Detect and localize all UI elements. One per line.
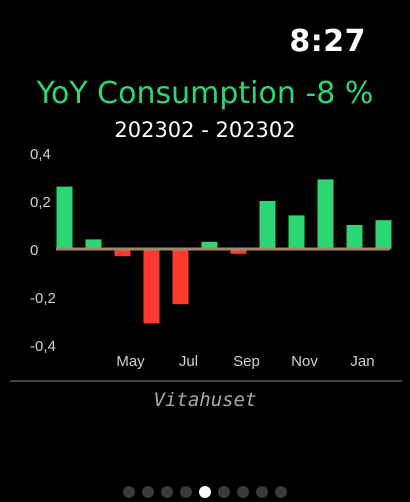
page-dot[interactable]	[237, 486, 249, 498]
page-dot[interactable]	[123, 486, 135, 498]
page-dot[interactable]	[218, 486, 230, 498]
page-dot[interactable]	[199, 486, 211, 498]
bar-nov	[288, 215, 305, 249]
bar-feb	[375, 220, 392, 249]
page-dot[interactable]	[161, 486, 173, 498]
y-tick-label: 0	[30, 242, 38, 259]
page-dot[interactable]	[275, 486, 287, 498]
page-dot[interactable]	[142, 486, 154, 498]
bar-dec	[317, 179, 334, 249]
x-tick-label: Jul	[179, 353, 198, 370]
y-tick-label: -0,2	[30, 290, 56, 307]
yoy-bar-chart: 0,4 0,2 0 -0,2 -0,4 May Jul Sep Nov Jan	[30, 146, 392, 370]
x-tick-label: Jan	[350, 353, 374, 370]
page-indicator[interactable]	[0, 486, 410, 498]
x-tick-label: May	[116, 353, 145, 370]
divider	[10, 380, 402, 382]
y-tick-label: 0,2	[30, 194, 51, 211]
bar-jul	[172, 249, 189, 305]
bar-oct	[259, 201, 276, 249]
x-tick-label: Sep	[233, 353, 260, 370]
y-tick-label: -0,4	[30, 338, 56, 355]
bar-mar	[56, 186, 73, 249]
page-dot[interactable]	[180, 486, 192, 498]
location-label: Vitahuset	[153, 389, 257, 411]
bar-jun	[143, 249, 160, 324]
y-tick-label: 0,4	[30, 146, 51, 163]
bar-jan	[346, 225, 363, 249]
x-tick-label: Nov	[291, 353, 318, 370]
page-dot[interactable]	[256, 486, 268, 498]
